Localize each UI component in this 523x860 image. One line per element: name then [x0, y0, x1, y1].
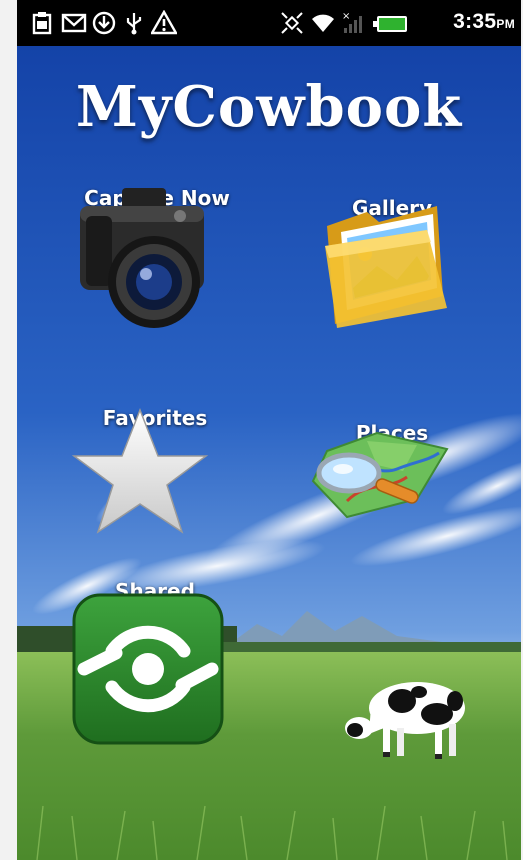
star-icon	[71, 407, 209, 534]
usb-icon	[126, 13, 142, 35]
download-icon	[92, 11, 116, 35]
gps-icon	[281, 12, 303, 34]
clock-time: 3:35	[453, 10, 497, 33]
app-title: MyCowbook	[75, 74, 463, 140]
gallery-button[interactable]: Gallery	[307, 196, 477, 328]
wifi-icon	[312, 14, 334, 32]
share-icon	[72, 593, 224, 745]
battery-icon	[373, 16, 407, 32]
gmail-icon	[61, 13, 87, 33]
clock-ampm: PM	[496, 17, 515, 31]
map-icon	[311, 431, 449, 519]
signal-icon: ×	[342, 11, 362, 33]
camera-icon	[80, 188, 204, 328]
places-button[interactable]: Places	[307, 421, 477, 519]
phone-screen: × 3:35PM MyCowbook Now Gallery Favorites…	[17, 0, 521, 860]
status-clock: 3:35PM	[453, 10, 515, 34]
favorites-button[interactable]: Favorites	[70, 406, 240, 534]
svg-text:×: ×	[342, 11, 350, 22]
warning-icon	[151, 10, 177, 35]
folder-icon	[325, 206, 447, 328]
shared-button[interactable]: Shared	[70, 579, 240, 745]
home-screen: MyCowbook Capture Now	[17, 46, 521, 860]
capture-now-button[interactable]: Capture Now	[72, 186, 242, 328]
clipboard-icon	[32, 12, 52, 35]
status-bar: × 3:35PM	[17, 0, 521, 46]
